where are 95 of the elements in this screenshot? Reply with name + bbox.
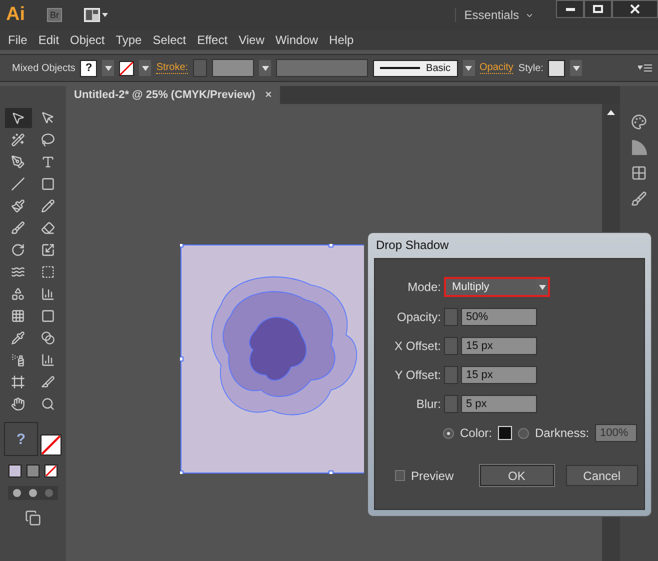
lasso-icon bbox=[41, 133, 55, 147]
minimize-icon[interactable] bbox=[566, 8, 574, 10]
variable-width-field[interactable] bbox=[276, 59, 368, 77]
menu-item[interactable]: Object bbox=[65, 32, 110, 48]
value-field[interactable]: 5 px bbox=[461, 395, 537, 413]
menu-item[interactable]: Help bbox=[324, 32, 359, 48]
field-label: Mode: bbox=[406, 280, 441, 294]
caret-icon bbox=[465, 66, 472, 70]
wand-icon bbox=[11, 133, 25, 147]
eyedropper-icon bbox=[11, 331, 25, 345]
stroke-line-icon bbox=[380, 67, 420, 69]
value-field[interactable]: 15 px bbox=[461, 366, 537, 384]
radio-button[interactable] bbox=[518, 428, 530, 438]
color-modes-icon[interactable] bbox=[8, 464, 58, 478]
menu-item[interactable]: Window bbox=[270, 32, 324, 48]
hollow-pointer-icon bbox=[41, 111, 55, 125]
color-swatch[interactable] bbox=[498, 426, 512, 440]
column-chart-icon bbox=[41, 353, 55, 367]
close-icon[interactable] bbox=[630, 4, 640, 14]
menu-item[interactable]: View bbox=[234, 32, 270, 48]
value-field[interactable]: 15 px bbox=[461, 337, 537, 355]
maximize-icon[interactable] bbox=[593, 5, 603, 13]
menu-item[interactable]: Type bbox=[110, 32, 147, 48]
dialog-button[interactable]: Cancel bbox=[566, 465, 638, 486]
radio-label: Darkness: bbox=[535, 426, 590, 440]
paintbrush-icon bbox=[11, 199, 25, 213]
shapes-icon bbox=[11, 287, 25, 301]
workspace-switcher[interactable]: Essentials bbox=[455, 8, 534, 22]
color-guide-icon[interactable] bbox=[632, 140, 646, 155]
stroke-weight-field[interactable] bbox=[212, 59, 254, 77]
hand-icon bbox=[11, 397, 25, 411]
caret-icon bbox=[104, 66, 112, 70]
swatches-icon[interactable] bbox=[631, 165, 647, 181]
brush-field[interactable]: Basic bbox=[373, 60, 458, 76]
brushes-icon[interactable] bbox=[631, 191, 647, 207]
selection-label: Mixed Objects bbox=[12, 62, 76, 74]
rotate-icon bbox=[11, 243, 25, 257]
layout-icon[interactable] bbox=[84, 8, 108, 22]
type-icon bbox=[41, 155, 55, 169]
dashed-square-icon bbox=[41, 265, 55, 279]
brush-icon bbox=[11, 221, 25, 235]
panel-menu-icon[interactable] bbox=[638, 64, 652, 72]
preview-label: Preview bbox=[410, 468, 454, 482]
eraser-icon bbox=[41, 221, 55, 235]
tool-button[interactable] bbox=[4, 108, 32, 128]
square-icon bbox=[41, 309, 55, 323]
menu-item[interactable]: File bbox=[3, 32, 32, 48]
caret-icon bbox=[538, 284, 546, 290]
preview-checkbox[interactable] bbox=[395, 470, 405, 481]
opacity-link[interactable]: Opacity bbox=[480, 62, 514, 74]
pencil-icon bbox=[41, 199, 55, 213]
fill-swatch[interactable]: ? bbox=[80, 60, 98, 76]
document-tab[interactable]: Untitled-2* @ 25% (CMYK/Preview) × bbox=[66, 86, 280, 104]
mode-dropdown[interactable]: Multiply bbox=[444, 277, 550, 297]
search-icon bbox=[41, 397, 55, 411]
menu-item[interactable]: Select bbox=[148, 32, 192, 48]
palette-icon[interactable] bbox=[631, 114, 647, 130]
draw-modes-icon[interactable] bbox=[8, 486, 58, 500]
tab-close-button[interactable]: × bbox=[265, 89, 272, 101]
stroke-none-icon[interactable] bbox=[40, 434, 62, 456]
spray-can-icon bbox=[11, 353, 25, 367]
stroke-link[interactable]: Stroke: bbox=[156, 62, 188, 74]
radio-label: Color: bbox=[460, 426, 492, 440]
bar-chart-icon bbox=[41, 287, 55, 301]
field-label: Blur: bbox=[415, 397, 441, 411]
knife-icon bbox=[41, 375, 55, 389]
scale-icon bbox=[41, 243, 55, 257]
caret-icon bbox=[572, 66, 580, 70]
field-label: Y Offset: bbox=[394, 368, 441, 382]
field-label: Opacity: bbox=[396, 310, 441, 324]
stroke-none-icon[interactable] bbox=[119, 60, 134, 76]
caret-icon bbox=[142, 66, 149, 70]
arrow-pointer-icon bbox=[11, 111, 25, 125]
wave-icon bbox=[11, 265, 25, 279]
pen-icon bbox=[11, 155, 25, 169]
document-title: Untitled-2* @ 25% (CMYK/Preview) bbox=[74, 89, 256, 101]
fill-box[interactable]: ? bbox=[4, 422, 38, 456]
dialog-button[interactable]: OK bbox=[480, 465, 554, 486]
value-field[interactable]: 50% bbox=[461, 308, 537, 326]
style-swatch[interactable] bbox=[548, 60, 566, 76]
radio-button[interactable] bbox=[443, 428, 454, 438]
rectangle-icon bbox=[41, 177, 55, 191]
blend-icon bbox=[41, 331, 55, 345]
grid-icon bbox=[11, 309, 25, 323]
field-label: X Offset: bbox=[394, 339, 441, 353]
line-icon bbox=[11, 177, 25, 191]
caret-icon bbox=[262, 66, 269, 70]
menu-item[interactable]: Effect bbox=[192, 32, 233, 48]
menu-item[interactable]: Edit bbox=[33, 32, 64, 48]
dialog-title: Drop Shadow bbox=[375, 237, 450, 254]
scroll-up-icon[interactable] bbox=[607, 110, 615, 115]
app-logo: Ai bbox=[6, 4, 25, 26]
screen-mode-icon[interactable] bbox=[25, 510, 41, 526]
style-label: Style: bbox=[518, 62, 544, 74]
frame-icon bbox=[11, 375, 25, 389]
